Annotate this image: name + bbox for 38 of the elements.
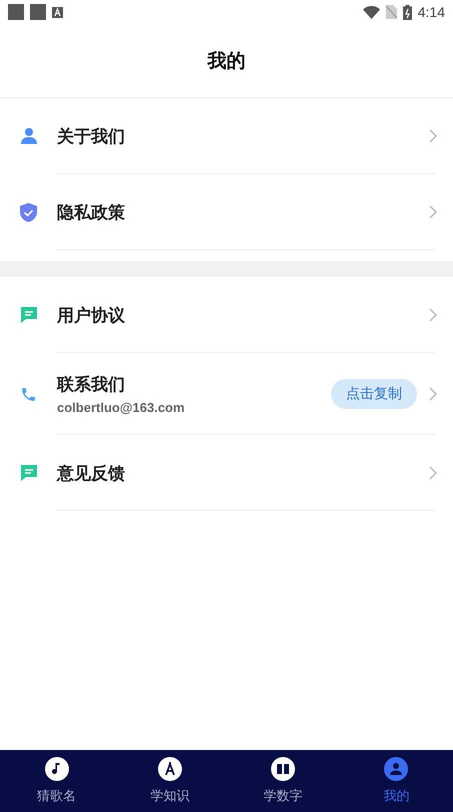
chevron-right-icon [429, 308, 437, 322]
menu-row[interactable]: 隐私政策 [0, 174, 453, 250]
row-label: 隐私政策 [57, 202, 126, 224]
chevron-right-icon [429, 205, 437, 219]
menu-row[interactable]: 联系我们 colbertluo@163.com 点击复制 [0, 353, 453, 435]
nav-tab[interactable]: 猜歌名 [0, 750, 114, 812]
wifi-icon [362, 6, 380, 18]
menu-row[interactable]: 用户协议 [0, 277, 453, 353]
notification-icon [8, 4, 24, 20]
row-label: 用户协议 [57, 304, 126, 326]
chevron-right-icon [429, 129, 437, 143]
menu-row[interactable]: 关于我们 [0, 98, 453, 174]
compass-icon [158, 757, 182, 781]
person-icon [384, 757, 408, 781]
shield-icon [20, 202, 37, 222]
chevron-right-icon [429, 466, 437, 480]
nav-tab[interactable]: 学数字 [226, 750, 340, 812]
no-sim-icon [386, 5, 397, 19]
email-address: colbertluo@163.com [57, 400, 186, 415]
nav-tab[interactable]: 我的 [340, 750, 453, 812]
row-label: 关于我们 [57, 126, 126, 148]
phone-icon [20, 386, 37, 402]
row-label: 联系我们 [57, 374, 126, 396]
battery-icon [402, 4, 412, 20]
notification-icon [30, 4, 46, 20]
status-time: 4:14 [418, 4, 445, 20]
menu-row[interactable]: 意见反馈 [0, 435, 453, 511]
person-icon [20, 127, 38, 145]
chat-icon [20, 306, 38, 324]
chat-icon [20, 464, 38, 482]
copy-button[interactable]: 点击复制 [331, 379, 417, 409]
notification-icon [52, 6, 63, 18]
nav-tab[interactable]: 学知识 [113, 750, 226, 812]
row-label: 意见反馈 [57, 462, 126, 484]
book-icon [271, 757, 296, 781]
page-title: 我的 [208, 48, 246, 74]
chevron-right-icon [429, 387, 437, 401]
music-note-icon [44, 757, 69, 781]
